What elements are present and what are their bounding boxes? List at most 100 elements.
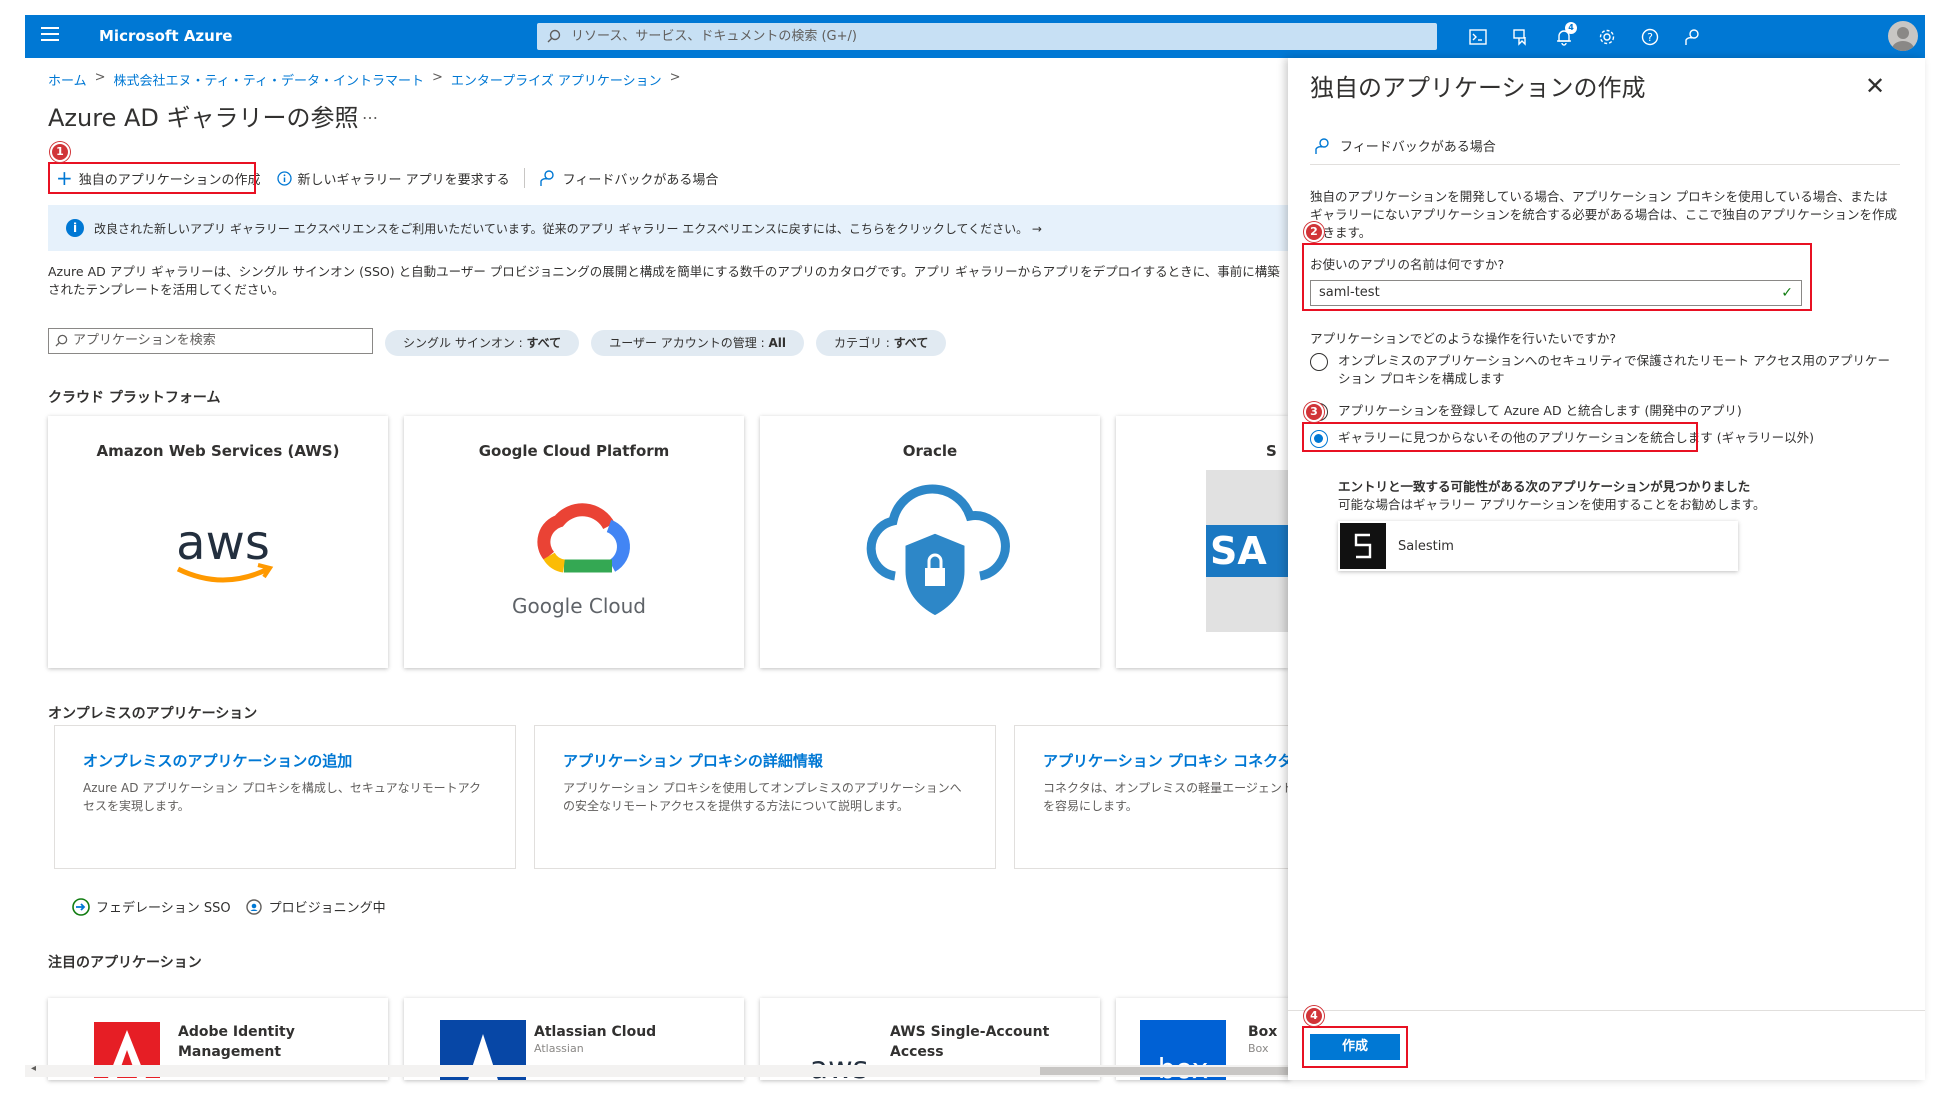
legend-federation: フェデレーション SSO <box>72 897 231 916</box>
search-icon <box>55 334 68 347</box>
app-search-input[interactable]: アプリケーションを検索 <box>48 328 373 354</box>
radio-app-proxy[interactable] <box>1310 353 1328 371</box>
feedback-icon[interactable] <box>1680 24 1706 50</box>
aws-logo: aws <box>142 470 304 632</box>
breadcrumb-tenant[interactable]: 株式会社エヌ・ティ・ティ・データ・イントラマート <box>114 70 424 89</box>
provisioning-icon <box>245 898 262 915</box>
card-title: Oracle <box>902 442 958 460</box>
svg-text:?: ? <box>1647 31 1653 44</box>
top-bar: Microsoft Azure リソース、サービス、ドキュメントの検索 (G+/… <box>25 15 1925 58</box>
cloud-shell-icon[interactable] <box>1465 24 1491 50</box>
global-search-placeholder: リソース、サービス、ドキュメントの検索 (G+/) <box>571 29 857 44</box>
panel-description: 独自のアプリケーションを開発している場合、アプリケーション プロキシを使用してい… <box>1310 189 1898 240</box>
info-banner-text: 改良された新しいアプリ ギャラリー エクスペリエンスをご利用いただいています。従… <box>94 221 1042 236</box>
cloud-card-oracle[interactable]: Oracle <box>760 416 1100 668</box>
request-gallery-app-label: 新しいギャラリー アプリを要求する <box>297 172 510 188</box>
onprem-section-heading: オンプレミスのアプリケーション <box>48 706 258 722</box>
close-icon[interactable]: ✕ <box>1865 72 1885 100</box>
breadcrumb: ホーム > 株式会社エヌ・ティ・ティ・データ・イントラマート > エンタープライズ … <box>48 70 681 89</box>
breadcrumb-separator: > <box>669 70 681 85</box>
page-title: Azure AD ギャラリーの参照 <box>48 104 359 132</box>
option-app-proxy[interactable]: オンプレミスのアプリケーションへのセキュリティで保護されたリモート アクセス用の… <box>1310 352 1900 388</box>
option-app-proxy-label: オンプレミスのアプリケーションへのセキュリティで保護されたリモート アクセス用の… <box>1338 353 1890 386</box>
panel-feedback-label: フィードバックがある場合 <box>1340 140 1496 155</box>
feedback-icon <box>539 170 554 186</box>
step-marker-2: 2 <box>1304 222 1324 242</box>
cloud-card-aws[interactable]: Amazon Web Services (AWS) aws <box>48 416 388 668</box>
featured-card-name: Atlassian Cloud <box>534 1024 657 1040</box>
filter-category[interactable]: カテゴリ : すべて <box>815 330 947 356</box>
step-marker-4: 4 <box>1304 1006 1324 1026</box>
more-options-button[interactable]: … <box>362 104 378 123</box>
filter-user-account[interactable]: ユーザー アカウントの管理 : All <box>591 330 804 356</box>
cloud-section-heading: クラウド プラットフォーム <box>48 390 221 406</box>
scrollbar-thumb[interactable] <box>1040 1067 1290 1075</box>
azure-portal: Microsoft Azure リソース、サービス、ドキュメントの検索 (G+/… <box>0 0 1950 1110</box>
highlight-create-own <box>48 162 256 194</box>
filter-sso[interactable]: シングル サインオン : すべて <box>385 330 580 356</box>
directory-filter-icon[interactable] <box>1508 24 1534 50</box>
svg-text:Google Cloud: Google Cloud <box>512 594 646 618</box>
onprem-card-title: アプリケーション プロキシの詳細情報 <box>563 752 823 770</box>
card-title: S <box>1266 442 1277 460</box>
horizontal-scrollbar[interactable]: ◂ <box>25 1063 1290 1077</box>
featured-card-publisher: Box <box>1248 1042 1269 1055</box>
cloud-card-google[interactable]: Google Cloud Platform Google Cloud <box>404 416 744 668</box>
feedback-icon <box>1315 137 1329 154</box>
step-marker-3: 3 <box>1304 402 1324 422</box>
breadcrumb-separator: > <box>431 70 443 85</box>
salestim-logo <box>1340 523 1386 569</box>
scroll-left-icon[interactable]: ◂ <box>31 1063 36 1074</box>
highlight-app-name <box>1302 243 1812 311</box>
info-icon: i <box>66 219 84 237</box>
search-icon <box>547 29 561 43</box>
onprem-card-title: オンプレミスのアプリケーションの追加 <box>83 752 353 770</box>
legend-provisioning: プロビジョニング中 <box>245 897 386 916</box>
featured-section-heading: 注目のアプリケーション <box>48 955 202 971</box>
create-app-panel: 独自のアプリケーションの作成 ✕ フィードバックがある場合 独自のアプリケーショ… <box>1288 58 1925 1080</box>
request-gallery-app-button[interactable]: 新しいギャラリー アプリを要求する <box>269 162 518 194</box>
panel-footer-divider <box>1288 1010 1925 1011</box>
option-register-app[interactable]: アプリケーションを登録して Azure AD と統合します (開発中のアプリ) <box>1310 402 1900 421</box>
breadcrumb-enterprise-apps[interactable]: エンタープライズ アプリケーション <box>451 70 662 89</box>
divider <box>1310 164 1900 165</box>
settings-icon[interactable] <box>1594 24 1620 50</box>
feedback-label: フィードバックがある場合 <box>562 172 719 188</box>
breadcrumb-home[interactable]: ホーム <box>48 70 87 89</box>
filter-sso-value: すべて <box>526 336 562 350</box>
match-app-salestim[interactable]: Salestim <box>1338 521 1738 571</box>
brand-title[interactable]: Microsoft Azure <box>99 27 232 45</box>
help-icon[interactable]: ? <box>1637 24 1663 50</box>
onprem-card-add[interactable]: オンプレミスのアプリケーションの追加 Azure AD アプリケーション プロキ… <box>54 725 516 869</box>
global-search-input[interactable]: リソース、サービス、ドキュメントの検索 (G+/) <box>537 23 1437 50</box>
panel-feedback-link[interactable]: フィードバックがある場合 <box>1314 136 1496 155</box>
onprem-card-desc: コネクタは、オンプレミスの軽量エージェントであり、サービスへの送信接続を容易にし… <box>1043 781 1290 813</box>
notifications-icon[interactable]: 4 <box>1551 22 1577 50</box>
onprem-card-title: アプリケーション プロキシ コネクタの管理 <box>1043 752 1290 770</box>
match-heading: エントリと一致する可能性がある次のアプリケーションが見つかりました <box>1338 479 1751 494</box>
operation-question: アプリケーションでどのような操作を行いたいですか? <box>1310 331 1617 346</box>
svg-text:aws: aws <box>176 515 270 571</box>
filter-sso-label: シングル サインオン : <box>403 336 527 350</box>
feedback-button[interactable]: フィードバックがある場合 <box>531 162 727 194</box>
onprem-card-learn-proxy[interactable]: アプリケーション プロキシの詳細情報 アプリケーション プロキシを使用してオンプ… <box>534 725 996 869</box>
onprem-card-desc: Azure AD アプリケーション プロキシを構成し、セキュアなリモートアクセス… <box>83 781 481 813</box>
legend-provisioning-label: プロビジョニング中 <box>268 901 386 916</box>
step-marker-1: 1 <box>50 142 70 162</box>
filter-pills: シングル サインオン : すべて ユーザー アカウントの管理 : All カテゴ… <box>385 330 947 356</box>
filter-category-label: カテゴリ : <box>833 336 894 350</box>
onprem-card-connectors[interactable]: アプリケーション プロキシ コネクタの管理 コネクタは、オンプレミスの軽量エージ… <box>1014 725 1290 869</box>
featured-card-name: Box <box>1248 1024 1278 1040</box>
top-bar-icons: 4 ? <box>1465 22 1706 50</box>
app-search-placeholder: アプリケーションを検索 <box>73 333 216 348</box>
match-app-name: Salestim <box>1398 538 1454 554</box>
info-banner[interactable]: i 改良された新しいアプリ ギャラリー エクスペリエンスをご利用いただいています… <box>48 205 1288 251</box>
featured-card-name: AWS Single-Account Access <box>890 1024 1050 1060</box>
card-title: Google Cloud Platform <box>478 442 670 460</box>
menu-icon[interactable] <box>41 27 59 41</box>
avatar[interactable] <box>1888 21 1918 51</box>
filter-user-account-value: All <box>768 336 786 350</box>
cloud-card-sap[interactable]: S SA <box>1116 416 1288 668</box>
toolbar-divider <box>523 168 525 188</box>
card-title: Amazon Web Services (AWS) <box>96 442 340 460</box>
